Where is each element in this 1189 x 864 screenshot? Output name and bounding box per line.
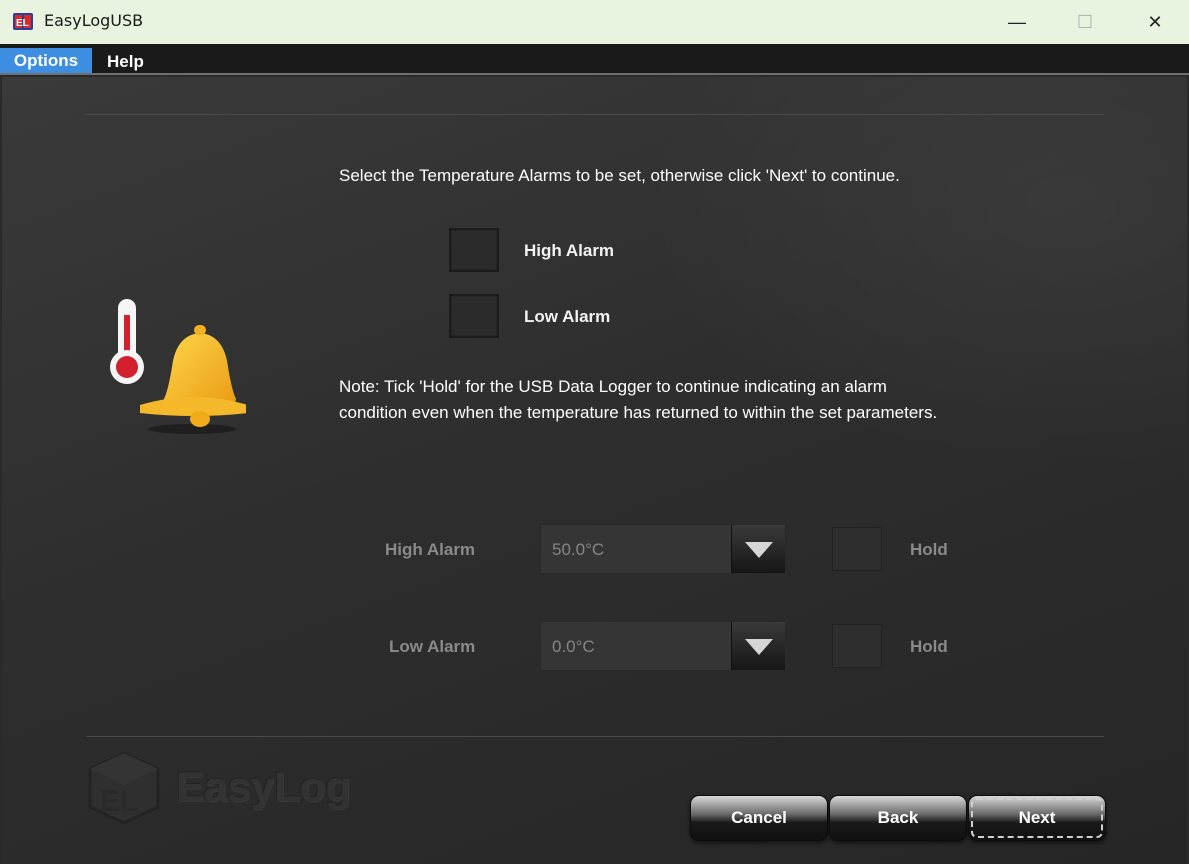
close-button[interactable]: ✕ [1120,0,1189,44]
title-bar: EL EasyLogUSB — ☐ ✕ [0,0,1189,44]
hold-note: Note: Tick 'Hold' for the USB Data Logge… [339,374,1039,426]
menu-help[interactable]: Help [107,49,144,74]
minimize-button[interactable]: — [982,0,1052,44]
alarm-setup-panel: Select the Temperature Alarms to be set,… [2,77,1187,864]
high-alarm-select[interactable]: 50.0°C [540,524,786,574]
back-button[interactable]: Back [829,795,967,841]
svg-text:EL: EL [16,18,29,29]
window-title: EasyLogUSB [44,11,144,30]
low-alarm-hold-checkbox[interactable] [832,624,882,668]
low-alarm-value-label: Low Alarm [389,637,476,656]
app-logo-icon: EL [13,13,33,30]
menu-options[interactable]: Options [0,48,92,73]
high-alarm-checkbox-label: High Alarm [524,241,615,260]
easylog-cube-icon: EL [88,751,160,825]
hold-note-line-1: Note: Tick 'Hold' for the USB Data Logge… [339,377,887,396]
low-alarm-checkbox[interactable] [449,294,499,338]
high-alarm-value-label: High Alarm [385,540,476,559]
svg-text:EL: EL [100,785,138,818]
high-alarm-hold-label: Hold [910,540,948,559]
high-alarm-checkbox[interactable] [449,228,499,272]
instruction-text: Select the Temperature Alarms to be set,… [339,166,900,185]
bottom-divider [86,736,1104,737]
top-divider [86,114,1104,115]
next-button[interactable]: Next [968,795,1106,841]
low-alarm-select-value: 0.0°C [552,637,595,656]
chevron-down-icon[interactable] [731,525,785,573]
thermometer-bell-icon [110,299,246,434]
background-gloss [602,77,1187,497]
easylog-logo-text: EasyLog [176,763,352,810]
maximize-button[interactable]: ☐ [1050,0,1120,44]
low-alarm-select[interactable]: 0.0°C [540,621,786,671]
low-alarm-hold-label: Hold [910,637,948,656]
high-alarm-select-value: 50.0°C [552,540,605,559]
easylog-watermark-logo: EL EasyLog [86,749,366,829]
cancel-button[interactable]: Cancel [690,795,828,841]
high-alarm-hold-checkbox[interactable] [832,527,882,571]
hold-note-line-2: condition even when the temperature has … [339,403,938,422]
menu-bar: Options Help [0,44,1189,75]
low-alarm-checkbox-label: Low Alarm [524,307,611,326]
chevron-down-icon[interactable] [731,622,785,670]
